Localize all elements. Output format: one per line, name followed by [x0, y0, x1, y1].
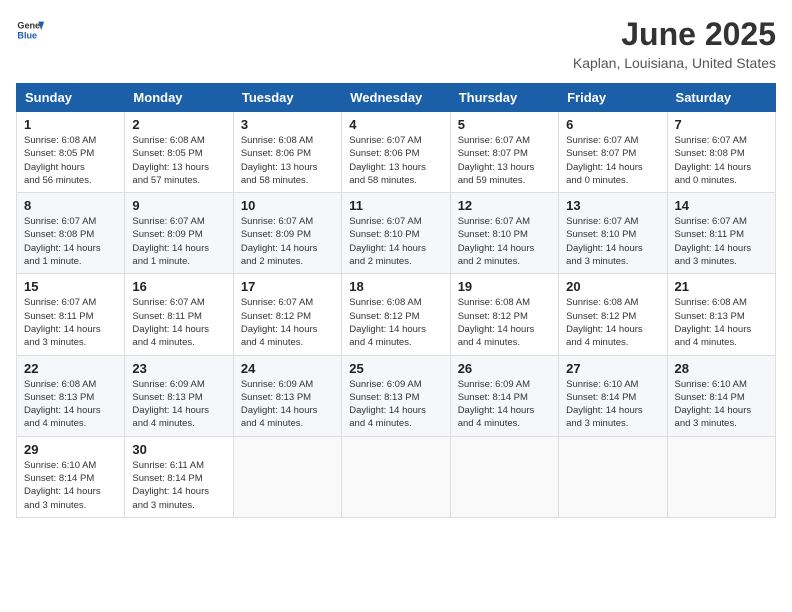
- day-18: 18 Sunrise: 6:08 AMSunset: 8:12 PMDaylig…: [342, 274, 450, 355]
- calendar-title: June 2025: [573, 16, 776, 53]
- day-13: 13 Sunrise: 6:07 AMSunset: 8:10 PMDaylig…: [559, 193, 667, 274]
- day-17: 17 Sunrise: 6:07 AMSunset: 8:12 PMDaylig…: [233, 274, 341, 355]
- header-friday: Friday: [559, 84, 667, 112]
- day-25: 25 Sunrise: 6:09 AMSunset: 8:13 PMDaylig…: [342, 355, 450, 436]
- day-24: 24 Sunrise: 6:09 AMSunset: 8:13 PMDaylig…: [233, 355, 341, 436]
- empty-cell: [450, 436, 558, 517]
- day-12: 12 Sunrise: 6:07 AMSunset: 8:10 PMDaylig…: [450, 193, 558, 274]
- empty-cell: [667, 436, 775, 517]
- day-10: 10 Sunrise: 6:07 AMSunset: 8:09 PMDaylig…: [233, 193, 341, 274]
- logo-icon: General Blue: [16, 16, 44, 44]
- day-21: 21 Sunrise: 6:08 AMSunset: 8:13 PMDaylig…: [667, 274, 775, 355]
- day-16: 16 Sunrise: 6:07 AMSunset: 8:11 PMDaylig…: [125, 274, 233, 355]
- day-23: 23 Sunrise: 6:09 AMSunset: 8:13 PMDaylig…: [125, 355, 233, 436]
- day-9: 9 Sunrise: 6:07 AMSunset: 8:09 PMDayligh…: [125, 193, 233, 274]
- day-26: 26 Sunrise: 6:09 AMSunset: 8:14 PMDaylig…: [450, 355, 558, 436]
- day-27: 27 Sunrise: 6:10 AMSunset: 8:14 PMDaylig…: [559, 355, 667, 436]
- empty-cell: [559, 436, 667, 517]
- header-monday: Monday: [125, 84, 233, 112]
- calendar-subtitle: Kaplan, Louisiana, United States: [573, 55, 776, 71]
- day-22: 22 Sunrise: 6:08 AMSunset: 8:13 PMDaylig…: [17, 355, 125, 436]
- week-row-5: 29 Sunrise: 6:10 AMSunset: 8:14 PMDaylig…: [17, 436, 776, 517]
- day-2: 2 Sunrise: 6:08 AMSunset: 8:05 PMDayligh…: [125, 112, 233, 193]
- day-4: 4 Sunrise: 6:07 AMSunset: 8:06 PMDayligh…: [342, 112, 450, 193]
- day-11: 11 Sunrise: 6:07 AMSunset: 8:10 PMDaylig…: [342, 193, 450, 274]
- day-30: 30 Sunrise: 6:11 AMSunset: 8:14 PMDaylig…: [125, 436, 233, 517]
- header-sunday: Sunday: [17, 84, 125, 112]
- day-3: 3 Sunrise: 6:08 AMSunset: 8:06 PMDayligh…: [233, 112, 341, 193]
- day-20: 20 Sunrise: 6:08 AMSunset: 8:12 PMDaylig…: [559, 274, 667, 355]
- day-19: 19 Sunrise: 6:08 AMSunset: 8:12 PMDaylig…: [450, 274, 558, 355]
- week-row-4: 22 Sunrise: 6:08 AMSunset: 8:13 PMDaylig…: [17, 355, 776, 436]
- header-row: Sunday Monday Tuesday Wednesday Thursday…: [17, 84, 776, 112]
- header-wednesday: Wednesday: [342, 84, 450, 112]
- svg-text:Blue: Blue: [17, 30, 37, 40]
- day-6: 6 Sunrise: 6:07 AMSunset: 8:07 PMDayligh…: [559, 112, 667, 193]
- calendar-table: Sunday Monday Tuesday Wednesday Thursday…: [16, 83, 776, 518]
- header-tuesday: Tuesday: [233, 84, 341, 112]
- logo: General Blue: [16, 16, 44, 44]
- day-29: 29 Sunrise: 6:10 AMSunset: 8:14 PMDaylig…: [17, 436, 125, 517]
- week-row-3: 15 Sunrise: 6:07 AMSunset: 8:11 PMDaylig…: [17, 274, 776, 355]
- day-5: 5 Sunrise: 6:07 AMSunset: 8:07 PMDayligh…: [450, 112, 558, 193]
- day-15: 15 Sunrise: 6:07 AMSunset: 8:11 PMDaylig…: [17, 274, 125, 355]
- header-saturday: Saturday: [667, 84, 775, 112]
- day-8: 8 Sunrise: 6:07 AMSunset: 8:08 PMDayligh…: [17, 193, 125, 274]
- title-section: June 2025 Kaplan, Louisiana, United Stat…: [573, 16, 776, 71]
- week-row-2: 8 Sunrise: 6:07 AMSunset: 8:08 PMDayligh…: [17, 193, 776, 274]
- page-header: General Blue June 2025 Kaplan, Louisiana…: [16, 16, 776, 71]
- day-7: 7 Sunrise: 6:07 AMSunset: 8:08 PMDayligh…: [667, 112, 775, 193]
- header-thursday: Thursday: [450, 84, 558, 112]
- empty-cell: [233, 436, 341, 517]
- week-row-1: 1 Sunrise: 6:08 AMSunset: 8:05 PMDayligh…: [17, 112, 776, 193]
- day-1: 1 Sunrise: 6:08 AMSunset: 8:05 PMDayligh…: [17, 112, 125, 193]
- day-28: 28 Sunrise: 6:10 AMSunset: 8:14 PMDaylig…: [667, 355, 775, 436]
- empty-cell: [342, 436, 450, 517]
- day-14: 14 Sunrise: 6:07 AMSunset: 8:11 PMDaylig…: [667, 193, 775, 274]
